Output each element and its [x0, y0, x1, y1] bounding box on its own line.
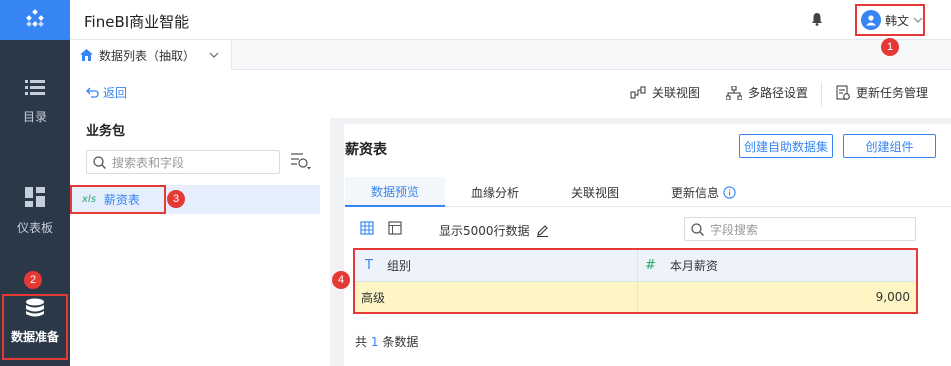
- chevron-down-icon[interactable]: [209, 52, 219, 58]
- record-count: 共 1 条数据: [355, 333, 418, 350]
- user-menu[interactable]: 韩文: [855, 4, 925, 36]
- column-header-group[interactable]: T 组别: [365, 250, 411, 281]
- table-cell: 高级: [361, 290, 386, 305]
- step-badge-3: 3: [167, 190, 185, 208]
- finebi-logo[interactable]: [0, 0, 70, 40]
- column-header-salary[interactable]: # 本月薪资: [645, 250, 718, 281]
- search-placeholder: 搜索表和字段: [112, 155, 185, 170]
- create-component-button[interactable]: 创建组件: [843, 134, 936, 158]
- step-badge-2: 2: [24, 271, 42, 289]
- text-type-icon: T: [365, 258, 373, 273]
- tab-relation-view[interactable]: 关联视图: [571, 177, 619, 207]
- update-task-label: 更新任务管理: [856, 86, 929, 100]
- search-icon: [93, 155, 106, 169]
- highlight-frame: [2, 294, 68, 360]
- sidebar-item-label: 仪表板: [16, 221, 53, 235]
- table-name: 薪资表: [103, 193, 140, 207]
- home-icon: [80, 49, 93, 61]
- count-suffix: 条数据: [382, 335, 419, 349]
- relation-icon: [630, 86, 646, 98]
- number-type-icon: #: [645, 258, 656, 273]
- table-view-icon[interactable]: [388, 221, 402, 235]
- table-row[interactable]: 高级 9,000: [355, 282, 916, 312]
- table-detail-card: [344, 124, 951, 366]
- multi-path-label: 多路径设置: [748, 86, 809, 100]
- field-search-placeholder: 字段搜索: [710, 222, 759, 237]
- sidebar-item-data-prep[interactable]: 数据准备: [0, 294, 70, 360]
- step-badge-1: 1: [881, 38, 899, 56]
- relation-view-button[interactable]: 关联视图: [630, 84, 700, 101]
- grid-header: T 组别 # 本月薪资: [355, 250, 916, 282]
- count-number: 1: [370, 335, 379, 349]
- filter-list-icon[interactable]: [290, 152, 312, 170]
- xls-icon: xls: [82, 194, 96, 205]
- sidebar-item-dashboard[interactable]: 仪表板: [0, 187, 70, 236]
- chevron-down-icon: [913, 17, 923, 23]
- tab-data-preview[interactable]: 数据预览: [345, 177, 445, 207]
- logo-icon: [26, 9, 44, 27]
- detail-tabs: 数据预览 血缘分析 关联视图 更新信息: [345, 177, 951, 207]
- tab-update-info[interactable]: 更新信息: [671, 177, 736, 207]
- sidebar-item-catalog[interactable]: 目录: [0, 80, 70, 125]
- left-rail: 目录 仪表板 数据准备: [0, 0, 70, 366]
- field-search-input[interactable]: 字段搜索: [684, 217, 916, 241]
- dashboard-icon: [25, 187, 45, 207]
- back-label: 返回: [103, 86, 128, 100]
- user-name: 韩文: [885, 13, 910, 28]
- grid-view-icon[interactable]: [360, 221, 374, 235]
- update-task-button[interactable]: 更新任务管理: [836, 84, 928, 101]
- row-limit-label: 显示5000行数据: [439, 224, 530, 238]
- tab-label: 数据列表（抽取）: [99, 48, 196, 63]
- view-toggle: [360, 221, 402, 235]
- back-link[interactable]: 返回: [86, 84, 127, 101]
- tab-data-list[interactable]: 数据列表（抽取）: [70, 40, 232, 70]
- task-icon: [836, 85, 850, 100]
- create-dataset-button[interactable]: 创建自助数据集: [739, 134, 833, 158]
- info-icon[interactable]: [723, 185, 736, 199]
- top-header: FineBI商业智能 韩文: [70, 0, 951, 40]
- count-prefix: 共: [355, 335, 368, 349]
- back-arrow-icon: [86, 87, 99, 98]
- multi-path-icon: [726, 85, 742, 100]
- tree-item-salary[interactable]: xls 薪资表: [70, 185, 320, 214]
- multi-path-button[interactable]: 多路径设置: [726, 84, 808, 101]
- sidebar-item-label: 目录: [22, 110, 47, 124]
- list-icon: [25, 80, 45, 95]
- tab-bar: 数据列表（抽取）: [70, 40, 951, 70]
- package-title: 业务包: [86, 124, 126, 139]
- step-badge-4: 4: [332, 271, 350, 289]
- app-title: FineBI商业智能: [84, 13, 190, 31]
- tab-lineage[interactable]: 血缘分析: [471, 177, 519, 207]
- data-preview-grid: T 组别 # 本月薪资 高级 9,000: [353, 248, 918, 314]
- column-name: 组别: [386, 259, 411, 273]
- search-icon: [691, 222, 704, 236]
- toolbar-divider: [821, 82, 822, 106]
- row-limit[interactable]: 显示5000行数据: [439, 222, 549, 239]
- column-divider: [637, 250, 638, 312]
- table-search-input[interactable]: 搜索表和字段: [86, 150, 280, 174]
- highlight-frame: xls 薪资表: [70, 185, 166, 214]
- column-name: 本月薪资: [669, 259, 718, 273]
- bell-icon[interactable]: [811, 12, 823, 26]
- table-title: 薪资表: [345, 142, 387, 158]
- edit-pencil-icon[interactable]: [536, 224, 549, 237]
- user-icon: [866, 15, 876, 26]
- tab-label: 更新信息: [671, 185, 720, 200]
- relation-view-label: 关联视图: [652, 86, 701, 100]
- avatar: [861, 10, 881, 30]
- table-cell: 9,000: [875, 290, 910, 304]
